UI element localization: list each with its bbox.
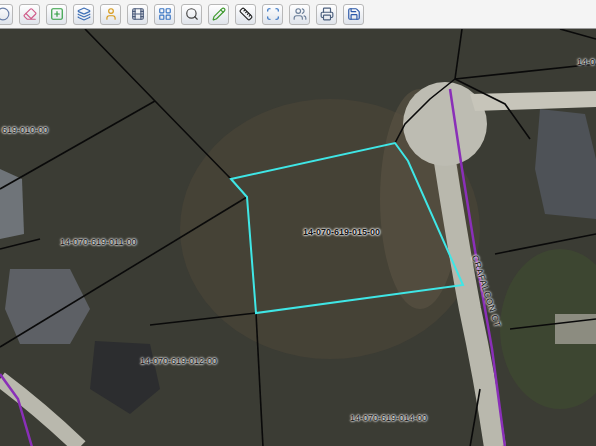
parcel-boundary (495, 234, 596, 254)
grid-icon (158, 7, 172, 21)
tool-button[interactable] (262, 4, 283, 25)
save-icon (347, 7, 361, 21)
parcel-boundary (455, 29, 462, 79)
aerial-photo (0, 29, 596, 446)
house (5, 269, 90, 344)
tool-button[interactable] (127, 4, 148, 25)
parcel-boundary (256, 313, 263, 446)
map-canvas[interactable]: 14-070-619-015-00 14-070-619-011-00 14-070… (0, 29, 596, 446)
parcel-label: 14-070-619-012-00 (140, 356, 217, 367)
parcel-boundary (0, 197, 247, 347)
tool-button[interactable] (19, 4, 40, 25)
layers-icon (77, 7, 91, 21)
parcel-boundary (150, 313, 256, 325)
toolbar (0, 0, 596, 29)
identify-icon (293, 7, 307, 21)
select-icon (266, 7, 280, 21)
tool-button[interactable] (235, 4, 256, 25)
circle-icon (0, 7, 10, 21)
parcel-boundary (510, 319, 596, 329)
measure-icon (239, 7, 253, 21)
tool-button[interactable] (154, 4, 175, 25)
parcel-boundary (395, 79, 455, 143)
parcel-boundary (470, 389, 480, 446)
print-icon (320, 7, 334, 21)
street-centerline (0, 374, 32, 446)
parcel-boundary (85, 29, 231, 179)
parcel-boundary (0, 239, 40, 249)
gis-viewer: 14-070-619-015-00 14-070-619-011-00 14-070… (0, 0, 596, 446)
tool-button[interactable] (73, 4, 94, 25)
add-icon (50, 7, 64, 21)
street-centerline (450, 89, 505, 446)
parcel-label: 14-070-619-011-00 (60, 237, 136, 248)
tool-button[interactable] (316, 4, 337, 25)
parcel-label: 619-010-00 (2, 125, 48, 136)
person-icon (104, 7, 118, 21)
film-icon (131, 7, 145, 21)
zoom-icon (185, 7, 199, 21)
parcel-label: 14-0 (577, 57, 595, 68)
pencil-icon (212, 7, 226, 21)
tool-button[interactable] (46, 4, 67, 25)
tool-button[interactable] (343, 4, 364, 25)
parcel-boundary (455, 79, 530, 139)
parcel-boundary (560, 29, 596, 39)
tool-button[interactable] (208, 4, 229, 25)
tool-button[interactable] (100, 4, 121, 25)
selected-parcel[interactable] (231, 143, 463, 313)
parcel-label: 14-070-619-015-00 (303, 227, 380, 238)
tool-button[interactable] (0, 4, 13, 25)
tool-button[interactable] (289, 4, 310, 25)
parcel-boundary (0, 101, 155, 189)
parcel-label: 14-070-619-014-00 (350, 413, 427, 424)
eraser-icon (23, 7, 37, 21)
house (0, 169, 24, 239)
tool-button[interactable] (181, 4, 202, 25)
parcel-boundary (455, 64, 596, 79)
house (535, 109, 596, 219)
house (90, 341, 160, 414)
